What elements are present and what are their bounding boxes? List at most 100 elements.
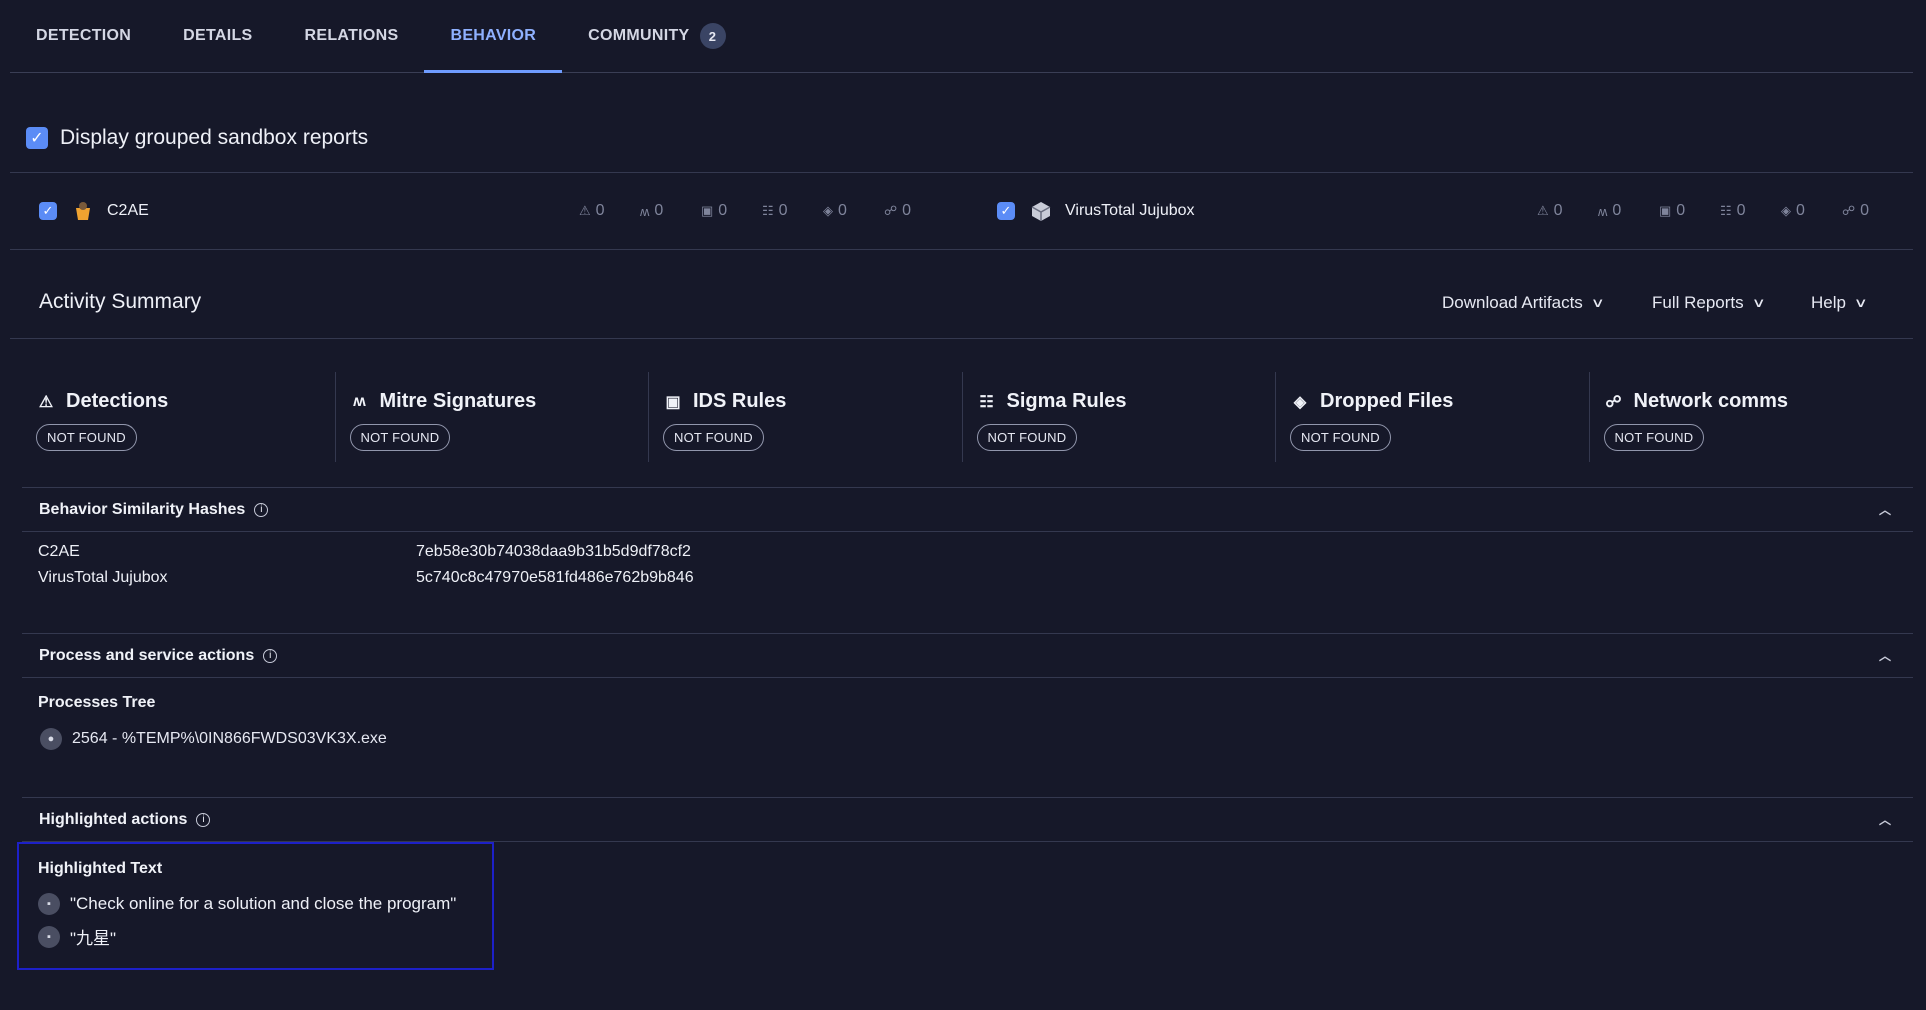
grouped-reports-toggle[interactable]: ✓ Display grouped sandbox reports [26, 118, 368, 158]
tab-bar: DETECTION DETAILS RELATIONS BEHAVIOR COM… [10, 0, 1913, 73]
divider [10, 338, 1913, 339]
c2ae-logo-icon [71, 199, 95, 223]
ids-icon: ▣ [1659, 203, 1672, 218]
status-badge: NOT FOUND [349, 424, 451, 451]
tab-label: DETAILS [183, 27, 253, 44]
sigma-icon: ☷ [1720, 203, 1732, 218]
highlighted-actions-header[interactable]: Highlighted actions i ︿ [22, 797, 1913, 842]
mitre-icon: ʍ [353, 392, 366, 410]
warning-icon: ⚠ [38, 393, 54, 411]
highlighted-text: "九星" [70, 929, 117, 948]
stat-value: 0 [1676, 202, 1686, 219]
dropped-files-card[interactable]: ◈ Dropped Files NOT FOUND [1275, 372, 1589, 462]
hash-sandbox-name: C2AE [38, 543, 80, 560]
c2ae-logo-icon: ● [40, 728, 62, 750]
highlighted-text-item: ▪ "Check online for a solution and close… [38, 893, 456, 915]
stat-mitre: ʍ0 [1598, 202, 1659, 220]
mitre-icon: ʍ [640, 203, 650, 219]
stat-value: 0 [654, 202, 664, 219]
process-label: 2564 - %TEMP%\0IN866FWDS03VK3X.exe [72, 730, 387, 747]
stat-dropped: ◈ 0 [1781, 202, 1842, 220]
sigma-rules-card[interactable]: ☷ Sigma Rules NOT FOUND [961, 372, 1276, 462]
stat-dropped: ◈ 0 [823, 202, 884, 220]
mitre-signatures-card[interactable]: ʍ Mitre Signatures NOT FOUND [334, 372, 649, 462]
chevron-up-icon[interactable]: ︿ [1879, 647, 1891, 664]
ids-rules-card[interactable]: ▣ IDS Rules NOT FOUND [648, 372, 962, 462]
tab-behavior[interactable]: BEHAVIOR [424, 0, 562, 73]
panel-title: Highlighted actions [39, 810, 188, 828]
process-tree-item[interactable]: ● 2564 - %TEMP%\0IN866FWDS03VK3X.exe [40, 728, 387, 750]
similarity-hashes-header[interactable]: Behavior Similarity Hashes i ︿ [22, 487, 1913, 532]
checkbox-checked-icon[interactable]: ✓ [39, 202, 57, 220]
divider [10, 249, 1913, 250]
stat-value: 0 [1612, 202, 1622, 219]
highlighted-text: "Check online for a solution and close t… [70, 894, 457, 913]
status-badge: NOT FOUND [1603, 424, 1705, 451]
detections-card[interactable]: ⚠ Detections NOT FOUND [22, 372, 335, 462]
card-title: Mitre Signatures [379, 390, 537, 412]
card-title: Network comms [1633, 390, 1789, 412]
chevron-down-icon: ∨ [1590, 295, 1605, 310]
info-icon[interactable]: i [263, 648, 278, 663]
network-comms-card[interactable]: ☍ Network comms NOT FOUND [1588, 372, 1903, 462]
grouped-reports-label: Display grouped sandbox reports [60, 126, 369, 149]
tab-details[interactable]: DETAILS [157, 0, 278, 72]
status-badge: NOT FOUND [976, 424, 1078, 451]
tab-label: COMMUNITY [588, 27, 690, 44]
sandbox-c2ae[interactable]: ✓ C2AE [39, 194, 149, 228]
sigma-icon: ☷ [979, 393, 994, 411]
stat-value: 0 [778, 202, 788, 219]
stat-value: 0 [902, 202, 912, 219]
sandbox-jujubox[interactable]: ✓ VirusTotal Jujubox [997, 194, 1195, 228]
stat-mitre: ʍ0 [640, 202, 701, 220]
tab-label: DETECTION [36, 27, 132, 44]
hash-value: 7eb58e30b74038daa9b31b5d9df78cf2 [416, 543, 691, 560]
network-icon: ☍ [884, 203, 898, 218]
stat-ids: ▣ 0 [1659, 202, 1720, 220]
stat-network: ☍ 0 [884, 202, 945, 220]
tab-relations[interactable]: RELATIONS [279, 0, 425, 72]
hash-value: 5c740c8c47970e581fd486e762b9b846 [416, 569, 694, 586]
chevron-down-icon: ∨ [1751, 295, 1766, 310]
tab-community[interactable]: COMMUNITY 2 [562, 0, 751, 72]
highlighted-text-item: ▪ "九星" [38, 924, 116, 949]
stat-detections: ⚠ 0 [1537, 202, 1598, 220]
chevron-up-icon[interactable]: ︿ [1879, 811, 1891, 828]
checkbox-checked-icon[interactable]: ✓ [997, 202, 1015, 220]
network-icon: ☍ [1842, 203, 1856, 218]
sandbox-stats-jujubox: ⚠ 0 ʍ0 ▣ 0 ☷ 0 ◈ 0 ☍ 0 [1537, 194, 1903, 228]
stat-sigma: ☷ 0 [762, 202, 823, 220]
help-dropdown[interactable]: Help ∨ [1811, 293, 1868, 313]
stat-network: ☍ 0 [1842, 202, 1903, 220]
dropdown-label: Download Artifacts [1442, 293, 1583, 312]
status-badge: NOT FOUND [663, 424, 764, 451]
processes-tree-title: Processes Tree [38, 694, 156, 711]
sandbox-name: C2AE [107, 202, 149, 219]
sandbox-stats-c2ae: ⚠ 0 ʍ0 ▣ 0 ☷ 0 ◈ 0 ☍ 0 [579, 194, 945, 228]
sigma-icon: ☷ [762, 203, 774, 218]
info-icon[interactable]: i [196, 812, 211, 827]
download-artifacts-dropdown[interactable]: Download Artifacts ∨ [1442, 293, 1605, 313]
full-reports-dropdown[interactable]: Full Reports ∨ [1652, 293, 1766, 313]
sandbox-name: VirusTotal Jujubox [1065, 202, 1195, 219]
stat-ids: ▣ 0 [701, 202, 762, 220]
stat-value: 0 [1736, 202, 1746, 219]
divider [10, 172, 1913, 173]
activity-summary-title: Activity Summary [39, 290, 202, 313]
stat-value: 0 [595, 202, 605, 219]
network-icon: ☍ [1605, 393, 1622, 411]
tab-label: RELATIONS [304, 27, 399, 44]
ids-icon: ▣ [701, 203, 714, 218]
summary-cards: ⚠ Detections NOT FOUND ʍ Mitre Signatures … [22, 372, 1902, 462]
status-badge: NOT FOUND [1290, 424, 1391, 451]
chevron-up-icon[interactable]: ︿ [1879, 501, 1891, 518]
card-title: Sigma Rules [1006, 390, 1127, 412]
warning-icon: ⚠ [1537, 203, 1549, 218]
checkbox-checked-icon[interactable]: ✓ [26, 127, 48, 149]
status-badge: NOT FOUND [36, 424, 137, 451]
mitre-icon: ʍ [1598, 203, 1608, 219]
process-actions-header[interactable]: Process and service actions i ︿ [22, 633, 1913, 678]
jujubox-logo-icon: ▪ [38, 893, 60, 915]
info-icon[interactable]: i [254, 502, 269, 517]
tab-detection[interactable]: DETECTION [10, 0, 157, 72]
